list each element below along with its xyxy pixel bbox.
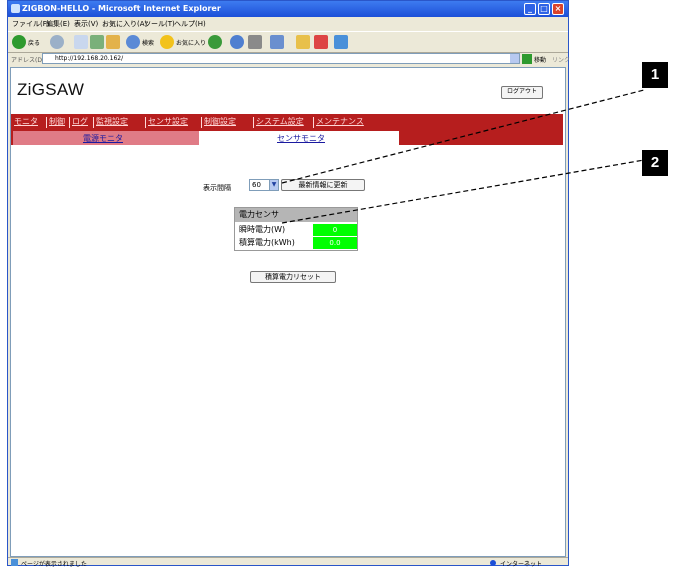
callout-leader-lines bbox=[281, 89, 645, 224]
callout-2: 2 bbox=[642, 150, 668, 176]
callout-1: 1 bbox=[642, 62, 668, 88]
leader-line-2 bbox=[281, 159, 645, 224]
